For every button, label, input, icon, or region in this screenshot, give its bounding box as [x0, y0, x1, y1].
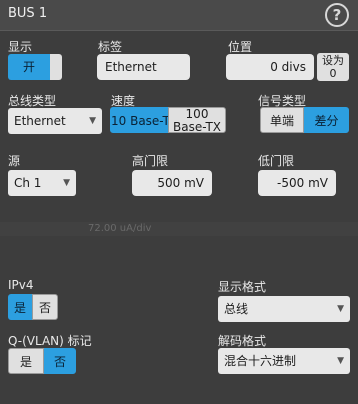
bus-type-select[interactable]: Ethernet ▼ [8, 108, 102, 134]
display-toggle-knob[interactable] [50, 54, 62, 80]
source-select[interactable]: Ch 1 ▼ [8, 170, 76, 196]
label-field-label: 标签 [98, 40, 123, 54]
background-readout: 72.00 uA/div [88, 223, 152, 234]
decode-format-select[interactable]: 混合十六进制 ▼ [218, 348, 350, 374]
bus-config-panel: 72.00 uA/div BUS 1 ? 显示 开 标签 Ethernet 位置… [0, 0, 358, 404]
background-strip [0, 222, 358, 236]
chevron-down-icon: ▼ [337, 304, 344, 314]
ipv4-yes[interactable]: 是 [8, 294, 32, 320]
qvlan-no[interactable]: 否 [44, 348, 76, 374]
decode-format-label: 解码格式 [218, 334, 267, 348]
source-label: 源 [8, 154, 21, 168]
display-toggle-on[interactable]: 开 [8, 54, 50, 80]
qvlan-label: Q-(VLAN) 标记 [8, 334, 92, 348]
display-format-select[interactable]: 总线 ▼ [218, 296, 350, 322]
display-label: 显示 [8, 40, 33, 54]
signal-single-ended[interactable]: 单端 [260, 107, 304, 133]
speed-10-base-t[interactable]: 10 Base-T [110, 107, 170, 133]
set-to-zero-button[interactable]: 设为 0 [317, 53, 349, 81]
display-format-label: 显示格式 [218, 280, 267, 294]
low-threshold-label: 低门限 [258, 154, 295, 168]
high-threshold-input[interactable]: 500 mV [132, 170, 212, 196]
source-value: Ch 1 [14, 176, 42, 190]
chevron-down-icon: ▼ [89, 116, 96, 126]
display-format-value: 总线 [224, 302, 249, 316]
bus-type-value: Ethernet [14, 114, 66, 128]
low-threshold-input[interactable]: -500 mV [258, 170, 336, 196]
title-bar: BUS 1 ? [0, 0, 358, 31]
position-input[interactable]: 0 divs [226, 54, 314, 80]
speed-100-base-tx[interactable]: 100 Base-TX [168, 107, 226, 134]
display-toggle[interactable]: 开 [8, 54, 62, 80]
decode-format-value: 混合十六进制 [224, 354, 297, 368]
position-label: 位置 [228, 40, 253, 54]
bus-type-label: 总线类型 [8, 94, 57, 108]
label-input[interactable]: Ethernet [97, 54, 190, 80]
chevron-down-icon: ▼ [63, 178, 70, 188]
ipv4-label: IPv4 [8, 278, 34, 292]
panel-title: BUS 1 [8, 6, 48, 21]
signal-differential[interactable]: 差分 [304, 107, 349, 133]
ipv4-no[interactable]: 否 [32, 294, 58, 320]
qvlan-yes[interactable]: 是 [8, 348, 44, 374]
help-icon[interactable]: ? [325, 3, 349, 27]
high-threshold-label: 高门限 [132, 154, 169, 168]
chevron-down-icon: ▼ [337, 356, 344, 366]
